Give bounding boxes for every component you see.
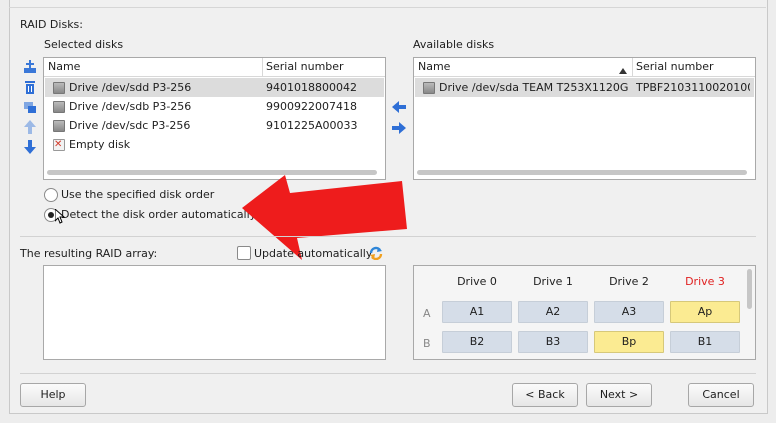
top-divider — [9, 7, 766, 8]
mouse-cursor-icon — [54, 207, 66, 227]
row-label-b: B — [423, 337, 431, 350]
raid-block: A3 — [594, 301, 664, 323]
next-button[interactable]: Next > — [586, 383, 652, 407]
disk-serial: 9401018800042 — [266, 81, 357, 94]
update-automatically-label[interactable]: Update automatically — [254, 247, 372, 260]
specified-order-label[interactable]: Use the specified disk order — [61, 188, 214, 201]
refresh-icon[interactable] — [369, 246, 383, 263]
update-automatically-checkbox[interactable] — [237, 246, 251, 260]
cancel-button[interactable]: Cancel — [688, 383, 754, 407]
drive-header-0: Drive 0 — [457, 275, 497, 288]
disk-icon — [53, 82, 65, 94]
drive-header-3: Drive 3 — [685, 275, 725, 288]
raid-disks-label: RAID Disks: — [20, 18, 83, 31]
disk-name: Empty disk — [69, 138, 131, 151]
empty-disk-icon — [53, 135, 65, 154]
column-header-serial[interactable]: Serial number — [262, 58, 384, 76]
table-row[interactable]: Drive /dev/sdd P3-256 9401018800042 — [45, 78, 384, 97]
selected-disks-label: Selected disks — [44, 38, 124, 51]
available-disks-label: Available disks — [413, 38, 495, 51]
remove-disk-icon[interactable] — [22, 79, 38, 95]
disk-icon — [53, 120, 65, 132]
horizontal-scrollbar[interactable] — [47, 170, 377, 175]
row-label-a: A — [423, 307, 431, 320]
back-button[interactable]: < Back — [512, 383, 578, 407]
column-header-name[interactable]: Name — [44, 58, 263, 76]
raid-block: A2 — [518, 301, 588, 323]
replace-disk-icon[interactable] — [22, 99, 38, 115]
help-button[interactable]: Help — [20, 383, 86, 407]
selected-disks-table[interactable]: Name Serial number Drive /dev/sdd P3-256… — [43, 57, 386, 180]
column-header-name[interactable]: Name — [414, 58, 633, 76]
disk-serial: 9900922007418 — [266, 100, 357, 113]
disk-name: Drive /dev/sdc P3-256 — [69, 119, 191, 132]
disk-serial: TPBF2103110020100... — [636, 81, 750, 94]
raid-block: A1 — [442, 301, 512, 323]
available-disks-table[interactable]: Name Serial number Drive /dev/sda TEAM T… — [413, 57, 756, 180]
table-row[interactable]: Drive /dev/sda TEAM T253X1120G TPBF21031… — [415, 78, 754, 97]
raid-parity-block: Ap — [670, 301, 740, 323]
resulting-array-view — [43, 265, 386, 360]
raid-parity-block: Bp — [594, 331, 664, 353]
drive-header-1: Drive 1 — [533, 275, 573, 288]
vertical-scrollbar[interactable] — [747, 269, 752, 309]
drive-header-2: Drive 2 — [609, 275, 649, 288]
move-up-icon[interactable] — [22, 119, 38, 135]
resulting-array-label: The resulting RAID array: — [20, 247, 158, 260]
disk-name: Drive /dev/sdb P3-256 — [69, 100, 192, 113]
raid-block: B2 — [442, 331, 512, 353]
move-right-icon[interactable] — [392, 122, 406, 137]
raid-block: B1 — [670, 331, 740, 353]
table-row[interactable]: Drive /dev/sdc P3-256 9101225A00033 — [45, 116, 384, 135]
disk-name: Drive /dev/sdd P3-256 — [69, 81, 192, 94]
disk-name: Drive /dev/sda TEAM T253X1120G — [439, 81, 629, 94]
column-header-serial[interactable]: Serial number — [632, 58, 754, 76]
disk-icon — [53, 101, 65, 113]
move-down-icon[interactable] — [22, 139, 38, 155]
auto-order-label[interactable]: Detect the disk order automatically — [61, 208, 256, 221]
horizontal-scrollbar[interactable] — [417, 170, 747, 175]
move-left-icon[interactable] — [392, 101, 406, 116]
table-row[interactable]: Drive /dev/sdb P3-256 9900922007418 — [45, 97, 384, 116]
disk-icon — [423, 82, 435, 94]
raid-block: B3 — [518, 331, 588, 353]
divider — [20, 373, 756, 374]
disk-serial: 9101225A00033 — [266, 119, 358, 132]
divider — [20, 236, 756, 237]
add-disk-icon[interactable] — [22, 59, 38, 75]
specified-order-radio[interactable] — [44, 188, 58, 202]
table-row[interactable]: Empty disk — [45, 135, 384, 154]
